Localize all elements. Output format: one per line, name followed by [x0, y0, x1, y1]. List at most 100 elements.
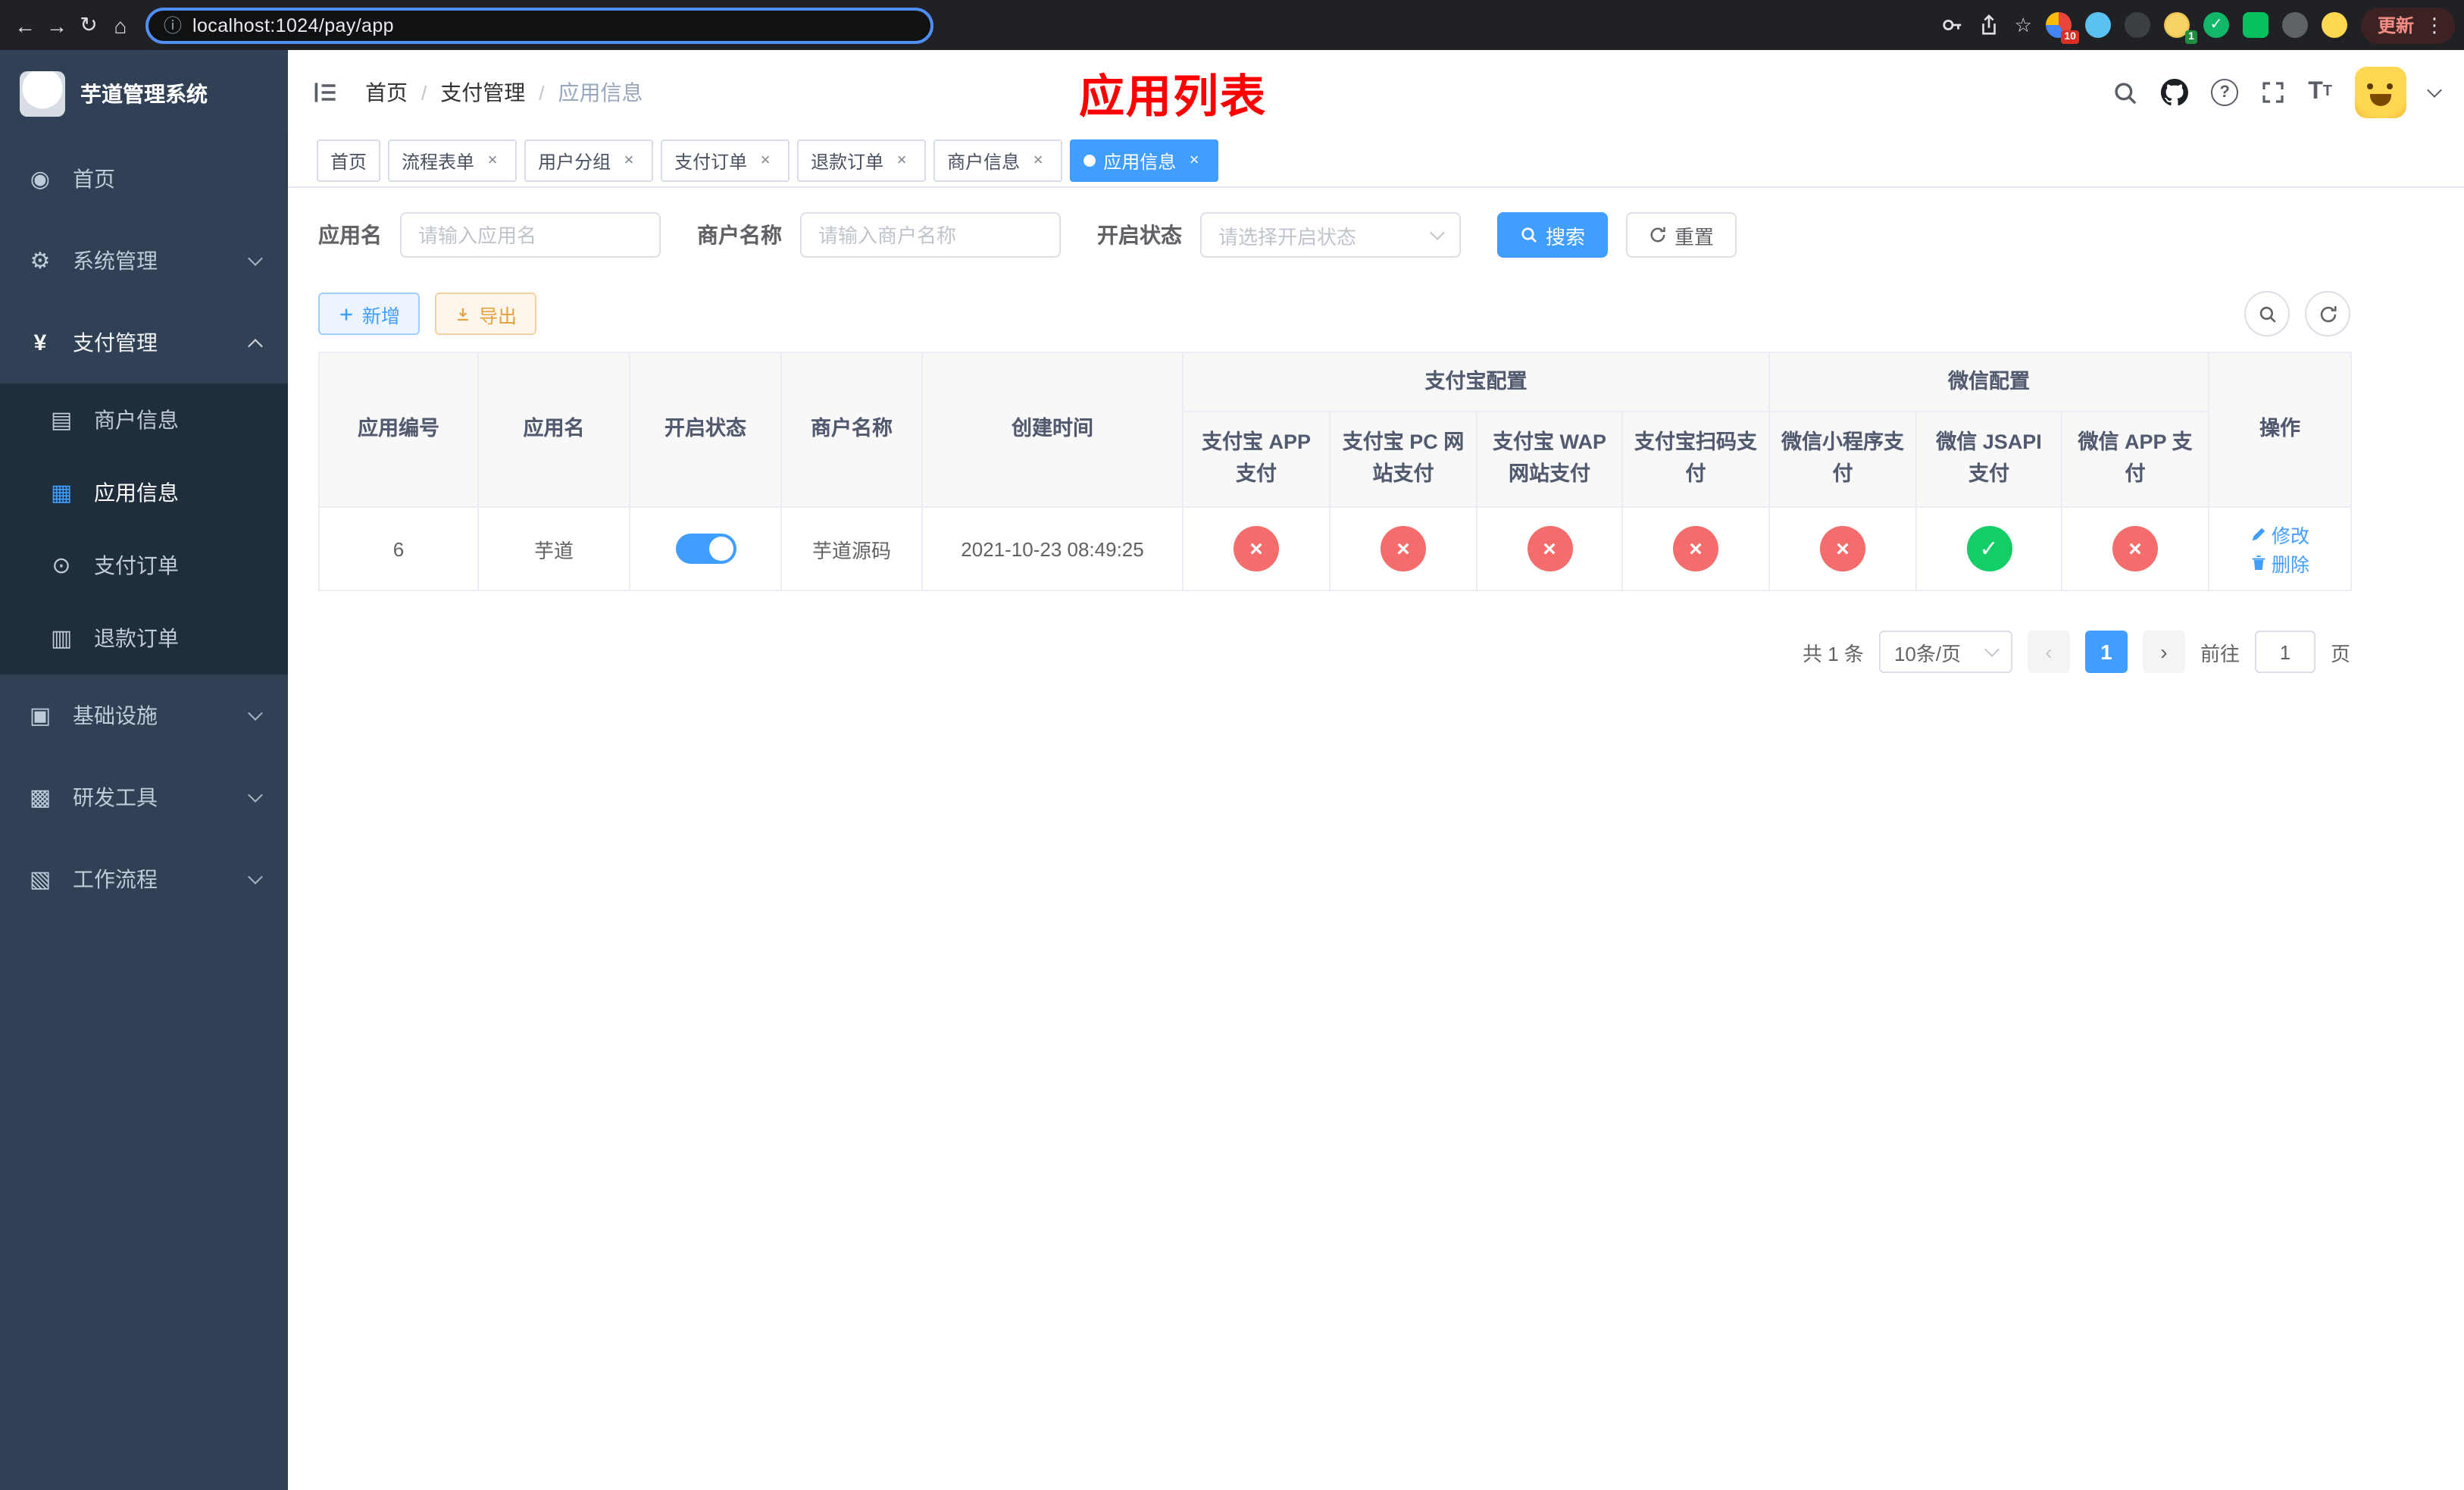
- forward-icon[interactable]: →: [41, 7, 73, 43]
- sidebar-item-app-info[interactable]: ▦ 应用信息: [0, 456, 288, 529]
- tab-process-form[interactable]: 流程表单 ×: [388, 139, 518, 182]
- chevron-down-icon[interactable]: [2427, 83, 2442, 98]
- active-dot: [1083, 155, 1096, 167]
- close-icon[interactable]: ×: [618, 150, 639, 171]
- close-icon[interactable]: ×: [1184, 150, 1205, 171]
- back-icon[interactable]: ←: [9, 7, 41, 43]
- help-icon[interactable]: ?: [2211, 79, 2239, 106]
- col-header-alipay-app: 支付宝 APP 支付: [1182, 411, 1330, 508]
- github-icon[interactable]: [2161, 79, 2189, 106]
- reload-icon[interactable]: ↻: [73, 7, 105, 43]
- cell-wechat-app: ×: [2060, 506, 2210, 591]
- status-select[interactable]: 请选择开启状态: [1200, 212, 1461, 258]
- app-name-label: 应用名: [318, 223, 382, 247]
- sidebar-item-payment[interactable]: ¥ 支付管理: [0, 302, 288, 383]
- breadcrumb-home[interactable]: 首页: [365, 77, 408, 108]
- font-size-icon[interactable]: TT: [2308, 80, 2332, 105]
- hamburger-icon[interactable]: [312, 79, 339, 106]
- extension-icon[interactable]: [2084, 12, 2111, 38]
- sidebar-item-home[interactable]: ◉ 首页: [0, 138, 288, 220]
- cell-alipay-qr: ×: [1621, 506, 1770, 591]
- edit-link[interactable]: 修改: [2250, 520, 2309, 549]
- tab-merchant-info[interactable]: 商户信息 ×: [933, 139, 1063, 182]
- page-content: 应用名 商户名称 开启状态 请选择开启状态: [288, 188, 2464, 1490]
- chevron-down-icon: [248, 869, 263, 884]
- sidebar-item-system[interactable]: ⚙ 系统管理: [0, 220, 288, 302]
- share-icon[interactable]: [1978, 14, 2001, 36]
- delete-link[interactable]: 删除: [2250, 549, 2309, 578]
- merchant-name-input[interactable]: [800, 212, 1061, 258]
- goto-page-input[interactable]: [2254, 631, 2315, 673]
- reset-button[interactable]: 重置: [1626, 212, 1737, 258]
- col-header-app-name: 应用名: [477, 352, 630, 508]
- tags-view-bar: 首页 流程表单 × 用户分组 × 支付订单 × 退款订单 × 商户信息 × 应用…: [288, 135, 2464, 188]
- password-key-icon[interactable]: [1942, 14, 1965, 36]
- table-toolbar: 新增 导出: [318, 291, 2350, 337]
- chevron-down-icon: [1984, 642, 2000, 657]
- search-icon[interactable]: [2112, 80, 2138, 105]
- page-size-select[interactable]: 10条/页: [1878, 631, 2012, 673]
- prev-page-button[interactable]: ‹: [2027, 631, 2070, 673]
- sidebar-item-infrastructure[interactable]: ▣ 基础设施: [0, 675, 288, 756]
- filter-form: 应用名 商户名称 开启状态 请选择开启状态: [318, 212, 2434, 258]
- tab-app-info[interactable]: 应用信息 ×: [1070, 139, 1219, 182]
- browser-menu-kebab-icon[interactable]: ⋮: [2425, 13, 2444, 37]
- refresh-button[interactable]: [2305, 291, 2350, 337]
- extension-icon[interactable]: [2321, 12, 2347, 38]
- avatar[interactable]: [2355, 67, 2406, 118]
- fullscreen-icon[interactable]: [2261, 80, 2285, 105]
- search-button[interactable]: 搜索: [1497, 212, 1609, 258]
- add-button[interactable]: 新增: [318, 293, 421, 335]
- extension-icon[interactable]: 1: [2163, 12, 2197, 44]
- close-icon[interactable]: ×: [1027, 150, 1049, 171]
- extension-icon[interactable]: [2203, 12, 2229, 38]
- url-bar[interactable]: ⓘ localhost:1024/pay/app: [145, 7, 933, 43]
- browser-update-button[interactable]: 更新 ⋮: [2360, 7, 2455, 43]
- close-icon[interactable]: ×: [891, 150, 912, 171]
- extension-icon[interactable]: 10: [2045, 12, 2079, 44]
- status-toggle[interactable]: [675, 534, 736, 564]
- breadcrumb-payment[interactable]: 支付管理: [440, 77, 525, 108]
- app-table: 应用编号 应用名 开启状态 商户名称 创建时间 支付宝配置 微信配置 操作 支付…: [318, 352, 2353, 591]
- page-number-button[interactable]: 1: [2084, 631, 2128, 673]
- extension-icon[interactable]: [2281, 12, 2308, 38]
- sidebar-item-dev-tools[interactable]: ▩ 研发工具: [0, 756, 288, 838]
- extension-icon[interactable]: [2242, 12, 2269, 38]
- chevron-down-icon: [248, 787, 263, 803]
- app-title: 芋道管理系统: [80, 82, 208, 106]
- payment-submenu: ▤ 商户信息 ▦ 应用信息 ⊙ 支付订单 ▥ 退款订单: [0, 383, 288, 675]
- sidebar-item-refund-orders[interactable]: ▥ 退款订单: [0, 602, 288, 675]
- export-button[interactable]: 导出: [435, 293, 537, 335]
- next-page-button[interactable]: ›: [2142, 631, 2185, 673]
- tab-home[interactable]: 首页: [317, 139, 381, 182]
- extension-icon[interactable]: [2124, 12, 2150, 38]
- browser-chrome: ← → ↻ ⌂ ⓘ localhost:1024/pay/app ☆ 10 1: [0, 0, 2464, 50]
- navbar-actions: ? TT: [2112, 67, 2442, 118]
- bookmark-star-icon[interactable]: ☆: [2015, 13, 2032, 37]
- sidebar-item-workflow[interactable]: ▧ 工作流程: [0, 838, 288, 920]
- cell-created: 2021-10-23 08:49:25: [921, 506, 1184, 591]
- close-icon[interactable]: ×: [755, 150, 776, 171]
- tab-refund-orders[interactable]: 退款订单 ×: [797, 139, 927, 182]
- breadcrumb-separator: /: [421, 81, 427, 104]
- home-icon[interactable]: ⌂: [105, 7, 136, 43]
- select-placeholder: 请选择开启状态: [1218, 225, 1357, 248]
- close-icon[interactable]: ×: [482, 150, 503, 171]
- breadcrumb-current: 应用信息: [558, 80, 643, 105]
- toggle-search-button[interactable]: [2244, 291, 2290, 337]
- sidebar-item-merchant-info[interactable]: ▤ 商户信息: [0, 383, 288, 456]
- page-suffix: 页: [2330, 642, 2350, 665]
- tab-user-group[interactable]: 用户分组 ×: [524, 139, 654, 182]
- app-name-input[interactable]: [400, 212, 661, 258]
- merchant-name-label: 商户名称: [697, 223, 782, 247]
- tab-label: 用户分组: [538, 151, 611, 172]
- table-row: 6 芋道 芋道源码 2021-10-23 08:49:25 × × × × ×: [318, 506, 2353, 591]
- sidebar-item-pay-orders[interactable]: ⊙ 支付订单: [0, 529, 288, 602]
- breadcrumb: 首页 / 支付管理 / 应用信息: [365, 77, 643, 108]
- gear-icon: ⚙: [30, 249, 51, 274]
- update-label: 更新: [2377, 15, 2414, 36]
- coin-icon: ⊙: [52, 553, 71, 579]
- site-info-icon[interactable]: ⓘ: [164, 12, 182, 38]
- tab-pay-orders[interactable]: 支付订单 ×: [661, 139, 790, 182]
- app-logo-row[interactable]: 芋道管理系统: [0, 50, 288, 138]
